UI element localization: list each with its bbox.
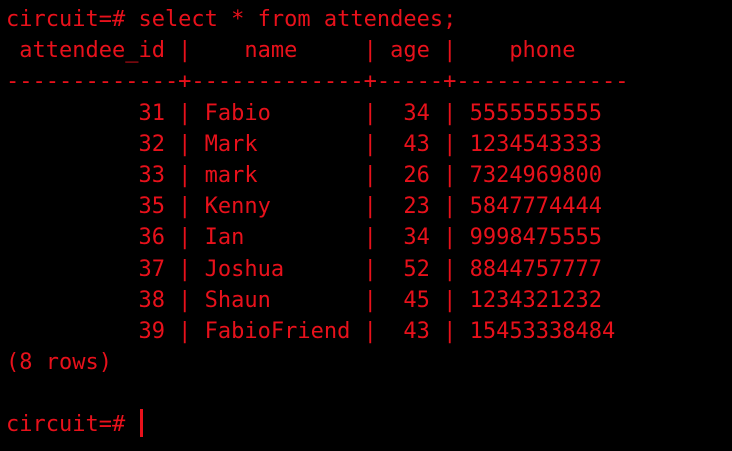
table-row: 33 | mark | 26 | 7324969800 [6,162,603,188]
table-header: attendee_id | name | age | phone [6,38,576,64]
terminal-window[interactable]: circuit=# select * from attendees; atten… [0,0,732,451]
text-cursor [140,409,144,438]
table-row: 32 | Mark | 43 | 1234543333 [6,131,603,157]
table-separator: -------------+-------------+-----+------… [6,69,629,95]
table-row: 37 | Joshua | 52 | 8844757777 [6,256,603,282]
prompt-line[interactable]: circuit=# [6,409,732,440]
command-line: circuit=# select * from attendees; [6,7,457,32]
prompt: circuit=# [6,412,139,438]
table-row: 39 | FabioFriend | 43 | 15453338484 [6,318,616,344]
table-row: 31 | Fabio | 34 | 5555555555 [6,100,603,126]
table-row: 36 | Ian | 34 | 9998475555 [6,225,603,251]
row-count: (8 rows) [6,350,112,376]
table-row: 38 | Shaun | 45 | 1234321232 [6,287,603,313]
table-row: 35 | Kenny | 23 | 5847774444 [6,194,603,220]
